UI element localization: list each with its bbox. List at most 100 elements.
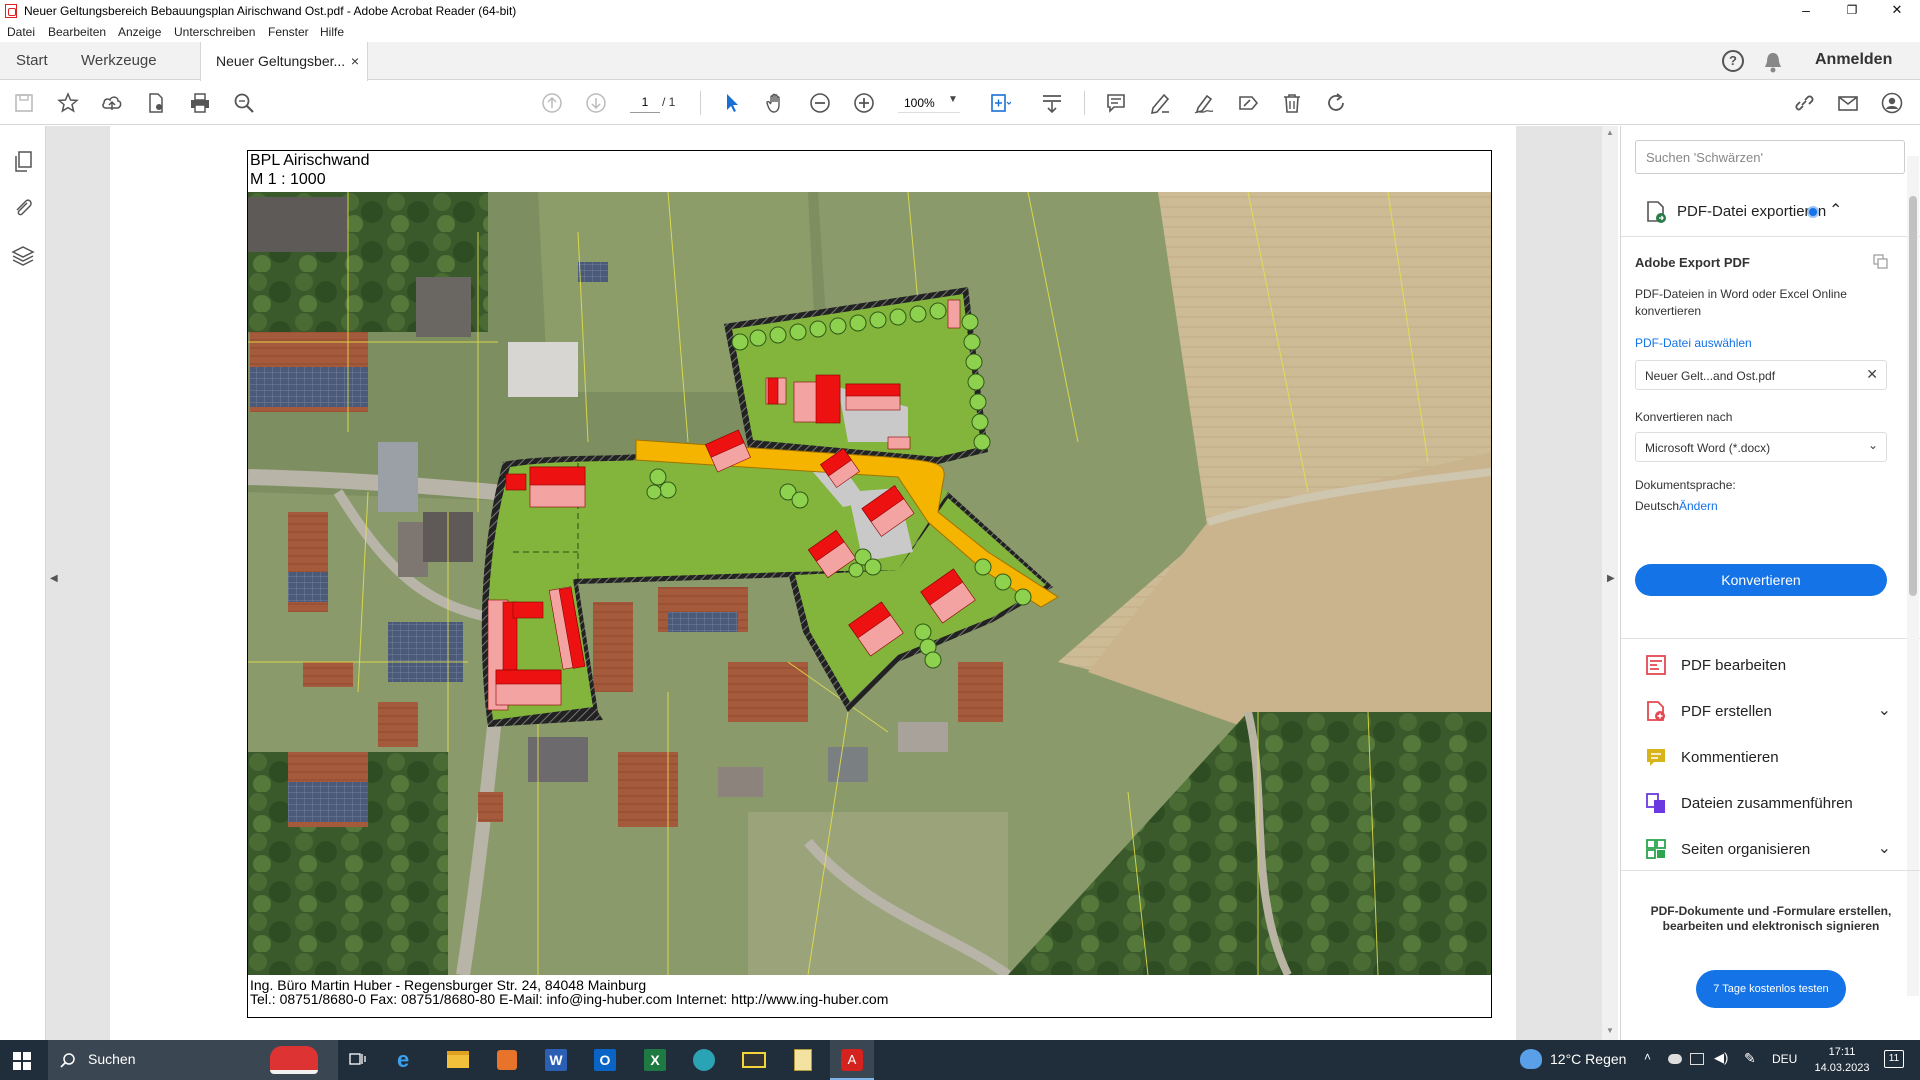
select-cursor-icon[interactable]: [718, 89, 746, 117]
minimize-button[interactable]: –: [1783, 0, 1829, 22]
collapse-left-pane-icon[interactable]: ◀: [50, 573, 58, 584]
tool-create-pdf[interactable]: PDF erstellen ⌄: [1641, 692, 1901, 732]
delete-trash-icon[interactable]: [1278, 89, 1306, 117]
network-icon[interactable]: [1690, 1053, 1704, 1065]
convert-format-select[interactable]: Microsoft Word (*.docx) ⌄: [1635, 432, 1887, 462]
scroll-mode-icon[interactable]: [1038, 89, 1066, 117]
notification-center-icon[interactable]: 11: [1884, 1050, 1904, 1068]
copy-icon[interactable]: [1873, 254, 1889, 270]
windows-start-icon[interactable]: [13, 1052, 31, 1070]
internet-explorer-icon[interactable]: e: [397, 1047, 409, 1073]
sign-pen-icon[interactable]: [1190, 89, 1218, 117]
volume-icon[interactable]: ◀): [1714, 1050, 1728, 1066]
comment-tool-icon[interactable]: [1102, 89, 1130, 117]
title-bar: Neuer Geltungsbereich Bebauungsplan Airi…: [0, 0, 1920, 22]
menu-datei[interactable]: Datei: [7, 25, 35, 39]
remove-file-icon[interactable]: ✕: [1866, 366, 1878, 383]
tool-edit-pdf[interactable]: PDF bearbeiten: [1641, 646, 1901, 686]
tool-edit-pdf-label: PDF bearbeiten: [1681, 657, 1787, 674]
close-window-button[interactable]: ✕: [1874, 0, 1920, 22]
fit-page-icon[interactable]: [986, 89, 1014, 117]
file-share-icon[interactable]: [142, 89, 170, 117]
next-page-icon[interactable]: [582, 89, 610, 117]
selected-file-field[interactable]: Neuer Gelt...and Ost.pdf ✕: [1635, 360, 1887, 390]
select-file-link[interactable]: PDF-Datei auswählen: [1635, 336, 1752, 350]
attachments-paperclip-icon[interactable]: [12, 196, 34, 220]
rotate-icon[interactable]: [1322, 89, 1350, 117]
acrobat-taskbar-button[interactable]: A: [830, 1040, 874, 1080]
save-icon[interactable]: [10, 89, 38, 117]
outlook-icon[interactable]: O: [594, 1049, 616, 1071]
zoom-chevron-down-icon[interactable]: ▼: [948, 94, 958, 105]
tools-search-input[interactable]: Suchen 'Schwärzen': [1635, 140, 1905, 174]
plan-footer-address: Ing. Büro Martin Huber - Regensburger St…: [250, 977, 647, 993]
tab-bar: Start Werkzeuge Neuer Geltungsber... × ?…: [0, 42, 1920, 81]
scroll-up-arrow-icon[interactable]: ▲: [1606, 128, 1614, 137]
weather-text[interactable]: 12°C Regen: [1550, 1051, 1626, 1067]
organize-chevron-down-icon[interactable]: ⌄: [1878, 838, 1891, 858]
expand-right-pane-icon[interactable]: ▶: [1607, 573, 1615, 584]
menu-anzeige[interactable]: Anzeige: [118, 25, 161, 39]
share-user-icon[interactable]: [1878, 89, 1906, 117]
layers-icon[interactable]: [11, 244, 35, 268]
close-tab-icon[interactable]: ×: [351, 42, 359, 80]
share-link-icon[interactable]: [1790, 89, 1818, 117]
input-language[interactable]: DEU: [1772, 1052, 1797, 1066]
create-pdf-chevron-down-icon[interactable]: ⌄: [1878, 700, 1891, 720]
bookmark-star-icon[interactable]: [54, 89, 82, 117]
menu-hilfe[interactable]: Hilfe: [320, 25, 344, 39]
scroll-down-arrow-icon[interactable]: ▼: [1606, 1026, 1614, 1035]
export-pdf-title[interactable]: PDF-Datei exportieren: [1677, 203, 1826, 220]
media-player-icon[interactable]: [497, 1050, 517, 1070]
zoom-out-icon[interactable]: [806, 89, 834, 117]
menu-bar: Datei Bearbeiten Anzeige Unterschreiben …: [0, 22, 1920, 42]
maximize-button[interactable]: ❐: [1829, 0, 1875, 22]
word-icon[interactable]: W: [545, 1049, 567, 1071]
highlight-pen-icon[interactable]: [1146, 89, 1174, 117]
clock[interactable]: 17:11 14.03.2023: [1808, 1044, 1876, 1076]
fill-sign-icon[interactable]: [1234, 89, 1262, 117]
notification-bell-icon[interactable]: [1763, 51, 1783, 73]
edge-browser-icon[interactable]: [693, 1049, 715, 1071]
signin-link[interactable]: Anmelden: [1815, 51, 1892, 69]
menu-fenster[interactable]: Fenster: [268, 25, 309, 39]
email-icon[interactable]: [1834, 89, 1862, 117]
format-chevron-down-icon[interactable]: ⌄: [1868, 438, 1878, 452]
tool-comment-label: Kommentieren: [1681, 749, 1779, 766]
tray-chevron-up-icon[interactable]: ˄: [1644, 1050, 1651, 1064]
upload-cloud-icon[interactable]: [98, 89, 126, 117]
free-trial-button[interactable]: 7 Tage kostenlos testen: [1696, 970, 1846, 1008]
previous-page-icon[interactable]: [538, 89, 566, 117]
card-reader-icon[interactable]: [742, 1052, 766, 1068]
page-total: / 1: [662, 95, 676, 109]
convert-button[interactable]: Konvertieren: [1635, 564, 1887, 596]
menu-unterschreiben[interactable]: Unterschreiben: [174, 25, 255, 39]
hand-tool-icon[interactable]: [762, 89, 790, 117]
tools-pane-scroll-thumb[interactable]: [1909, 196, 1917, 596]
file-explorer-icon[interactable]: [447, 1051, 469, 1068]
tool-comment[interactable]: Kommentieren: [1641, 738, 1901, 778]
notepad-icon[interactable]: [794, 1049, 812, 1071]
find-zoom-icon[interactable]: [230, 89, 258, 117]
pen-ink-icon[interactable]: ✎: [1744, 1050, 1756, 1067]
excel-icon[interactable]: X: [644, 1049, 666, 1071]
combine-icon: [1646, 793, 1665, 813]
onedrive-cloud-icon[interactable]: [1668, 1054, 1682, 1064]
document-viewport[interactable]: ◀ BPL Airischwand M 1 : 1000 Ing. Büro M…: [46, 126, 1618, 1040]
collapse-chevron-up-icon[interactable]: ⌃: [1829, 200, 1842, 220]
tool-combine-files[interactable]: Dateien zusammenführen: [1641, 784, 1901, 824]
page-number-input[interactable]: 1: [630, 93, 660, 113]
task-view-icon[interactable]: [349, 1051, 367, 1069]
page-thumbnails-icon[interactable]: [12, 150, 34, 174]
tab-document[interactable]: Neuer Geltungsber... ×: [200, 42, 368, 81]
tool-organize-pages[interactable]: Seiten organisieren ⌄: [1641, 830, 1901, 870]
taskbar-search-box[interactable]: Suchen: [48, 1040, 338, 1080]
change-language-link[interactable]: Ändern: [1679, 499, 1718, 513]
print-icon[interactable]: [186, 89, 214, 117]
menu-bearbeiten[interactable]: Bearbeiten: [48, 25, 106, 39]
tab-tools[interactable]: Werkzeuge: [81, 42, 157, 80]
zoom-in-icon[interactable]: [850, 89, 878, 117]
tab-start[interactable]: Start: [16, 42, 48, 80]
help-icon[interactable]: ?: [1722, 50, 1744, 72]
plan-title: BPL Airischwand: [250, 152, 370, 169]
